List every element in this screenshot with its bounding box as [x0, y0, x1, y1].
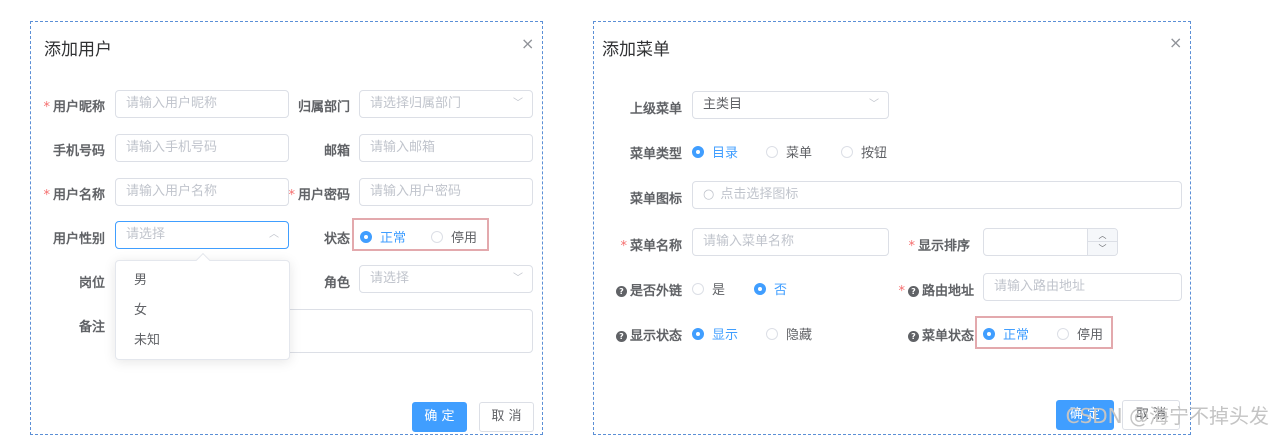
menu-name-input[interactable]: 请输入菜单名称 [692, 228, 889, 256]
menu-status-radio-disabled[interactable]: 停用 [1057, 324, 1103, 343]
increase-icon[interactable]: ︿ [1088, 229, 1117, 242]
status-radio-disabled[interactable]: 停用 [431, 227, 477, 246]
menu-type-label: 菜单类型 [629, 147, 682, 162]
radio-dot [841, 145, 853, 158]
parent-menu-select[interactable]: 主类目 ﹀ [692, 91, 889, 119]
dept-select[interactable]: 请选择归属部门 ﹀ [359, 90, 533, 118]
type-radio-menu[interactable]: 菜单 [766, 142, 812, 161]
menu-name-label: * 菜单名称 [620, 239, 682, 254]
route-path-label: *? 路由地址 [898, 284, 974, 299]
phone-label: 手机号码 [52, 144, 105, 159]
nickname-label: * 用户昵称 [43, 100, 105, 115]
type-radio-directory[interactable]: 目录 [692, 142, 738, 161]
gender-option-unknown[interactable]: 未知 [116, 326, 289, 356]
email-label: 邮箱 [323, 144, 350, 159]
radio-dot [692, 327, 704, 340]
gender-select[interactable]: 请选择 ︿ [115, 221, 289, 249]
password-label: * 用户密码 [288, 188, 350, 203]
external-link-label: ? 是否外链 [612, 280, 682, 299]
radio-dot [692, 282, 704, 295]
question-icon: ? [615, 331, 627, 342]
menu-icon-input[interactable]: ○ 点击选择图标 [692, 181, 1182, 209]
parent-menu-label: 上级菜单 [629, 102, 682, 117]
chevron-down-icon: ﹀ [513, 98, 523, 109]
question-icon: ? [907, 286, 919, 297]
post-label: 岗位 [78, 276, 105, 291]
role-select[interactable]: 请选择 ﹀ [359, 265, 533, 293]
watermark: CSDN @海宁不掉头发 [1065, 404, 1269, 428]
radio-dot [983, 327, 995, 340]
gender-dropdown: 男 女 未知 [115, 252, 290, 360]
radio-dot [431, 230, 443, 243]
remark-label: 备注 [78, 320, 105, 335]
question-icon: ? [907, 331, 919, 342]
radio-dot [360, 230, 372, 243]
search-icon: ○ [703, 187, 715, 202]
close-icon[interactable]: × [521, 34, 534, 53]
status-label: 状态 [323, 232, 350, 247]
visible-radio-show[interactable]: 显示 [692, 324, 738, 343]
add-user-dialog: 添加用户 × * 用户昵称 请输入用户昵称 归属部门 请选择归属部门 ﹀ 手机号码 … [30, 21, 543, 435]
username-label: * 用户名称 [43, 188, 105, 203]
confirm-button[interactable]: 确 定 [412, 402, 467, 432]
status-radio-normal[interactable]: 正常 [360, 227, 406, 246]
external-radio-yes[interactable]: 是 [692, 279, 725, 298]
password-input[interactable]: 请输入用户密码 [359, 178, 533, 206]
close-icon[interactable]: × [1169, 33, 1182, 52]
email-input[interactable]: 请输入邮箱 [359, 134, 533, 162]
cancel-button[interactable]: 取 消 [479, 402, 534, 432]
menu-icon-label: 菜单图标 [629, 192, 682, 207]
chevron-down-icon: ﹀ [513, 273, 523, 284]
dialog-title: 添加菜单 [602, 40, 670, 60]
radio-dot [1057, 327, 1069, 340]
type-radio-button[interactable]: 按钮 [841, 142, 887, 161]
radio-dot [766, 145, 778, 158]
radio-dot [692, 145, 704, 158]
decrease-icon[interactable]: ﹀ [1088, 242, 1117, 255]
display-order-label: * 显示排序 [908, 239, 970, 254]
chevron-down-icon: ﹀ [869, 99, 879, 110]
number-stepper: ︿ ﹀ [1087, 229, 1117, 255]
radio-dot [754, 282, 766, 295]
phone-input[interactable]: 请输入手机号码 [115, 134, 289, 162]
menu-status-label: ? 菜单状态 [900, 325, 974, 344]
gender-label: 用户性别 [52, 232, 105, 247]
visible-status-label: ? 显示状态 [612, 325, 682, 344]
radio-dot [766, 327, 778, 340]
route-path-input[interactable]: 请输入路由地址 [983, 273, 1182, 301]
chevron-up-icon: ︿ [269, 229, 279, 240]
external-radio-no[interactable]: 否 [754, 279, 787, 298]
visible-radio-hide[interactable]: 隐藏 [766, 324, 812, 343]
dropdown-arrow [195, 252, 211, 268]
gender-option-male[interactable]: 男 [116, 266, 289, 296]
nickname-input[interactable]: 请输入用户昵称 [115, 90, 289, 118]
gender-option-female[interactable]: 女 [116, 296, 289, 326]
username-input[interactable]: 请输入用户名称 [115, 178, 289, 206]
add-menu-dialog: 添加菜单 × 上级菜单 主类目 ﹀ 菜单类型 目录 菜单 按钮 菜单图标 ○ 点击选… [593, 21, 1191, 435]
question-icon: ? [615, 286, 627, 297]
role-label: 角色 [323, 276, 350, 291]
menu-status-radio-normal[interactable]: 正常 [983, 324, 1029, 343]
dialog-title: 添加用户 [44, 40, 112, 60]
display-order-input[interactable]: ︿ ﹀ [983, 228, 1118, 256]
dept-label: 归属部门 [297, 100, 350, 115]
